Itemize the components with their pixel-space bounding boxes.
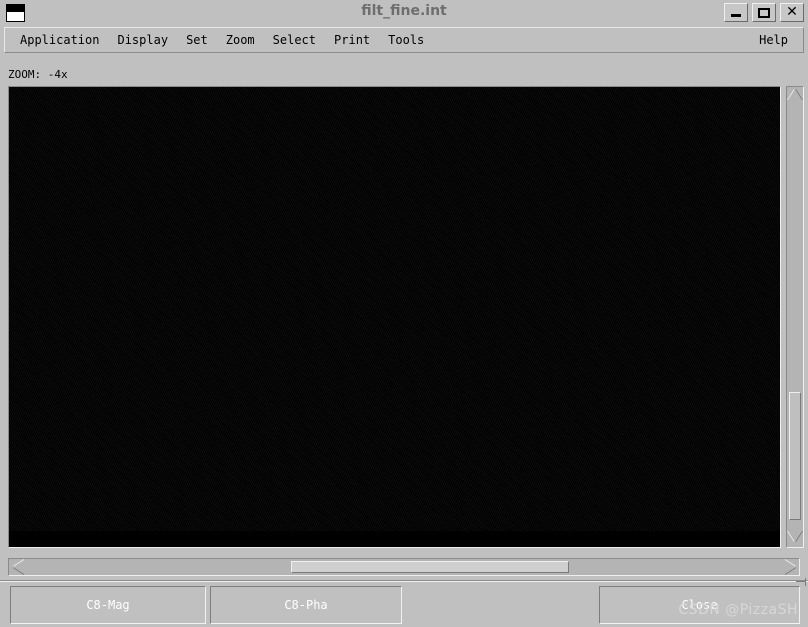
minimize-button[interactable]	[724, 3, 748, 22]
left-arrow-icon	[12, 560, 24, 574]
c8-mag-button[interactable]: C8-Mag	[10, 586, 206, 624]
right-arrow-icon	[784, 560, 796, 574]
close-window-button[interactable]: ✕	[780, 3, 804, 22]
horizontal-scrollbar[interactable]	[8, 558, 800, 576]
menu-item-display[interactable]: Display	[108, 30, 177, 50]
vertical-scroll-thumb[interactable]	[789, 392, 801, 520]
menu-item-tools[interactable]: Tools	[379, 30, 433, 50]
menu-item-select[interactable]: Select	[264, 30, 325, 50]
window-title: filt_fine.int	[361, 3, 447, 19]
close-button[interactable]: Close	[599, 586, 800, 624]
menu-bar: Application Display Set Zoom Select Prin…	[4, 27, 804, 53]
menu-item-set[interactable]: Set	[177, 30, 217, 50]
menu-item-zoom[interactable]: Zoom	[217, 30, 264, 50]
up-arrow-icon	[788, 89, 802, 100]
zoom-status-label: ZOOM: -4x	[8, 68, 68, 81]
bottom-button-bar: C8-Mag C8-Pha Close	[0, 583, 808, 627]
vertical-scrollbar[interactable]	[786, 86, 804, 548]
image-bottom-margin	[9, 531, 780, 547]
toolbar-separator	[0, 580, 808, 582]
sar-interferogram-image[interactable]	[9, 87, 780, 547]
menu-help-group: Help	[750, 28, 797, 52]
menu-item-group: Application Display Set Zoom Select Prin…	[11, 28, 433, 52]
menu-item-application[interactable]: Application	[11, 30, 108, 50]
maximize-icon	[758, 8, 770, 18]
menu-item-help[interactable]: Help	[750, 30, 797, 50]
scroll-right-arrow[interactable]	[783, 560, 797, 574]
c8-pha-button[interactable]: C8-Pha	[210, 586, 402, 624]
scroll-down-arrow[interactable]	[788, 531, 802, 545]
window-controls: ✕	[724, 3, 804, 22]
horizontal-scroll-thumb[interactable]	[291, 561, 569, 573]
scroll-up-arrow[interactable]	[788, 89, 802, 103]
minimize-icon	[731, 14, 741, 17]
scroll-left-arrow[interactable]	[11, 560, 25, 574]
menu-item-print[interactable]: Print	[325, 30, 379, 50]
application-window: filt_fine.int ✕ Application Display Set …	[0, 0, 808, 627]
image-canvas-frame[interactable]	[8, 86, 781, 548]
close-icon: ✕	[786, 4, 798, 20]
down-arrow-icon	[788, 531, 802, 542]
maximize-button[interactable]	[752, 3, 776, 22]
image-layer-noise	[9, 87, 780, 547]
title-bar: filt_fine.int ✕	[0, 0, 808, 26]
